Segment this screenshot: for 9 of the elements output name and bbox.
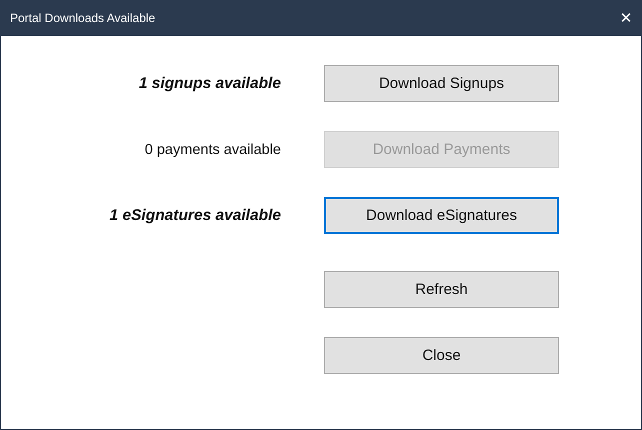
availability-label: 1 eSignatures available [108,206,281,224]
close-button[interactable]: ✕ [611,0,641,36]
refresh-button[interactable]: Refresh [324,271,559,308]
availability-label: 1 signups available [138,74,281,92]
window-title: Portal Downloads Available [10,11,156,25]
availability-label: 0 payments available [144,142,281,158]
download-button[interactable]: Download eSignatures [324,197,559,234]
download-button[interactable]: Download Signups [324,65,559,102]
close-dialog-button[interactable]: Close [324,337,559,374]
